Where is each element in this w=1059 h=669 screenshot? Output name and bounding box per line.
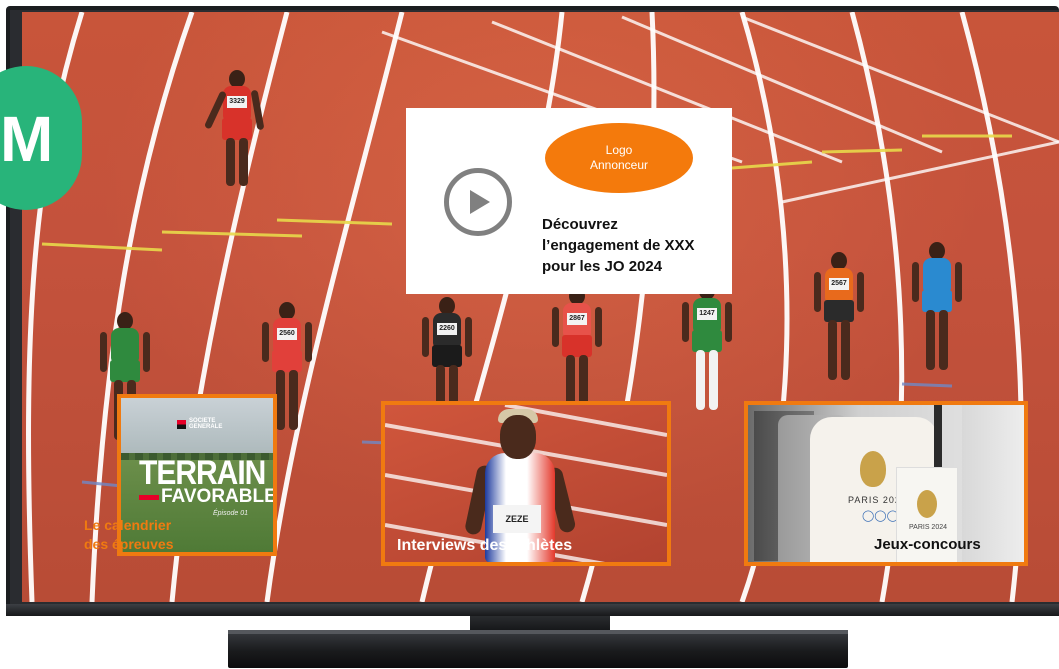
tile-jeux-concours[interactable]: PARIS 2024 ◯◯◯ PARIS 2024 Jeux-concours xyxy=(744,401,1028,566)
channel-badge-letter: M xyxy=(0,103,54,175)
tile-calendrier-label: Le calendrier des épreuves xyxy=(84,517,174,552)
thumbnail-episode: Épisode 01 xyxy=(213,510,249,517)
athlete: 2567 xyxy=(814,252,864,422)
tv-bottom-edge xyxy=(6,604,1059,616)
advertiser-logo: Logo Annonceur xyxy=(545,123,693,193)
play-button[interactable] xyxy=(444,168,512,236)
advertiser-logo-text: Logo Annonceur xyxy=(589,143,649,172)
play-icon xyxy=(470,190,490,214)
athlete: 3329 xyxy=(203,70,265,220)
channel-badge: M xyxy=(0,66,82,210)
tile-interviews[interactable]: ZEZE Interviews des athlètes xyxy=(381,401,671,566)
olympic-rings-icon: ◯◯◯ xyxy=(862,510,899,522)
athlete: 1247 xyxy=(682,282,732,452)
thumbnail-title-2: FAVORABLE xyxy=(161,486,277,507)
sponsor-ad-panel[interactable]: Logo Annonceur Découvrez l’engagement de… xyxy=(406,108,732,294)
tile-jeux-concours-label: Jeux-concours xyxy=(874,536,981,553)
tile-interviews-label: Interviews des athlètes xyxy=(397,537,573,554)
athlete-bib: ZEZE xyxy=(493,505,541,533)
thumbnail-brand: SOCIETE GENERALE xyxy=(189,418,223,430)
athlete xyxy=(912,242,962,412)
thumbnail-red-bar xyxy=(139,495,159,500)
ad-headline: Découvrez l’engagement de XXX pour les J… xyxy=(542,216,695,275)
tv-stand-base xyxy=(228,630,848,668)
paris-2024-emblem-icon xyxy=(917,490,937,518)
bag-text: PARIS 2024 xyxy=(909,524,948,531)
societe-generale-logo-icon xyxy=(177,420,186,429)
bag-strap xyxy=(934,405,942,471)
athlete-head xyxy=(500,415,536,459)
paris-2024-emblem-icon xyxy=(860,451,886,487)
